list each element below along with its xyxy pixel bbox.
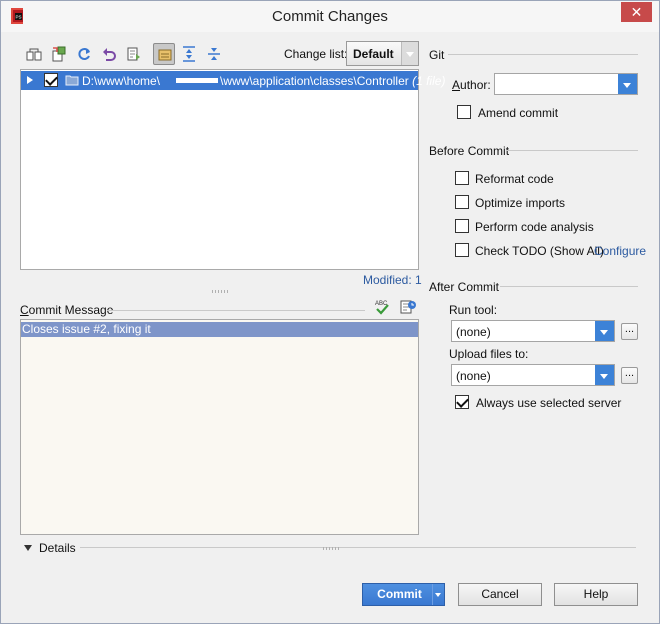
perform-code-analysis-label[interactable]: Perform code analysis: [475, 220, 594, 234]
reformat-code-checkbox[interactable]: [455, 171, 469, 185]
show-history-icon: [127, 47, 140, 61]
diff-icon: [26, 48, 42, 61]
git-divider: [448, 54, 638, 55]
show-history-button[interactable]: [123, 43, 145, 65]
before-commit-divider: [506, 150, 638, 151]
spellcheck-icon[interactable]: ABC: [373, 298, 391, 316]
run-tool-dropdown[interactable]: (none): [451, 320, 615, 342]
optimize-imports-checkbox[interactable]: [455, 195, 469, 209]
group-by-directory-icon: [158, 49, 172, 61]
changelist-label: Change list:: [284, 47, 348, 61]
row-checkbox[interactable]: [44, 73, 58, 87]
commit-message-textarea[interactable]: Closes issue #2, fixing it: [20, 319, 419, 535]
amend-commit-checkbox[interactable]: [457, 105, 471, 119]
move-to-changelist-button[interactable]: [48, 43, 70, 65]
refresh-button[interactable]: [73, 43, 95, 65]
title-bar: PS Commit Changes ✕: [1, 1, 659, 32]
commit-message-label: Commit Message: [20, 303, 114, 317]
modified-count: Modified: 1: [363, 273, 422, 287]
recent-messages-icon[interactable]: [399, 298, 417, 316]
splitter-handle[interactable]: [212, 290, 228, 293]
reformat-code-label[interactable]: Reformat code: [475, 172, 554, 186]
rollback-icon: [103, 48, 116, 61]
refresh-icon: [78, 48, 90, 60]
path-end-wrapper: \www\application\classes\Controller (1 f…: [220, 74, 445, 88]
changelist-value: Default: [353, 47, 394, 61]
group-by-directory-button[interactable]: [153, 43, 175, 65]
run-tool-label: Run tool:: [449, 303, 498, 317]
optimize-imports-label[interactable]: Optimize imports: [475, 196, 565, 210]
before-commit-section-title: Before Commit: [429, 144, 510, 158]
upload-files-label: Upload files to:: [449, 347, 529, 361]
rollback-button[interactable]: [98, 43, 120, 65]
path-end: \www\application\classes\Controller: [220, 74, 409, 88]
always-use-server-checkbox[interactable]: [455, 395, 469, 409]
commit-options-chevron-icon[interactable]: [432, 584, 444, 605]
collapse-all-icon: [208, 48, 220, 60]
tree-row[interactable]: D:\www\home\ \www\application\classes\Co…: [21, 71, 445, 90]
details-splitter-handle[interactable]: [323, 547, 339, 550]
author-dropdown[interactable]: [494, 73, 638, 95]
always-use-server-label[interactable]: Always use selected server: [476, 396, 621, 410]
path-start: D:\www\home\: [82, 74, 161, 88]
after-commit-section-title: After Commit: [429, 280, 500, 294]
expand-arrow-icon[interactable]: [27, 76, 33, 84]
details-label[interactable]: Details: [39, 541, 76, 555]
after-commit-divider: [500, 286, 638, 287]
commit-message-label-rest: ommit Message: [28, 303, 114, 317]
expand-all-button[interactable]: [178, 43, 200, 65]
commit-button[interactable]: Commit: [362, 583, 445, 606]
upload-files-value: (none): [456, 369, 491, 383]
expand-all-icon: [183, 46, 195, 62]
upload-files-dropdown[interactable]: (none): [451, 364, 615, 386]
move-to-changelist-icon: [52, 46, 66, 62]
run-tool-value: (none): [456, 325, 491, 339]
changes-tree[interactable]: D:\www\home\ \www\application\classes\Co…: [20, 69, 445, 270]
author-label: Author:: [452, 78, 491, 92]
collapse-all-button[interactable]: [203, 43, 225, 65]
git-section-title: Git: [429, 48, 445, 62]
commit-button-label: Commit: [377, 587, 422, 601]
chevron-down-icon: [595, 365, 614, 385]
amend-commit-label[interactable]: Amend commit: [478, 106, 558, 120]
show-diff-button[interactable]: [23, 43, 45, 65]
details-toggle-icon[interactable]: [24, 545, 32, 551]
upload-files-browse-button[interactable]: ...: [621, 367, 638, 384]
help-button[interactable]: Help: [554, 583, 638, 606]
close-icon: ✕: [630, 4, 643, 20]
details-divider: [80, 547, 636, 548]
folder-icon: [65, 74, 79, 89]
chevron-down-icon: [618, 74, 637, 94]
commit-message-divider: [107, 310, 365, 311]
chevron-down-icon: [401, 42, 418, 65]
commit-changes-dialog: PS Commit Changes ✕ Change list: Default: [0, 0, 660, 624]
redacted-segment: [176, 78, 218, 83]
close-button[interactable]: ✕: [621, 2, 652, 22]
file-count: (1 file): [412, 74, 446, 88]
run-tool-browse-button[interactable]: ...: [621, 323, 638, 340]
cancel-button[interactable]: Cancel: [458, 583, 542, 606]
chevron-down-icon: [595, 321, 614, 341]
changelist-dropdown[interactable]: Default: [346, 41, 419, 66]
check-todo-label[interactable]: Check TODO (Show All): [475, 244, 604, 258]
window-title: Commit Changes: [272, 8, 388, 25]
check-todo-checkbox[interactable]: [455, 243, 469, 257]
configure-link[interactable]: Configure: [594, 244, 646, 258]
perform-code-analysis-checkbox[interactable]: [455, 219, 469, 233]
commit-message-text[interactable]: Closes issue #2, fixing it: [21, 322, 418, 337]
